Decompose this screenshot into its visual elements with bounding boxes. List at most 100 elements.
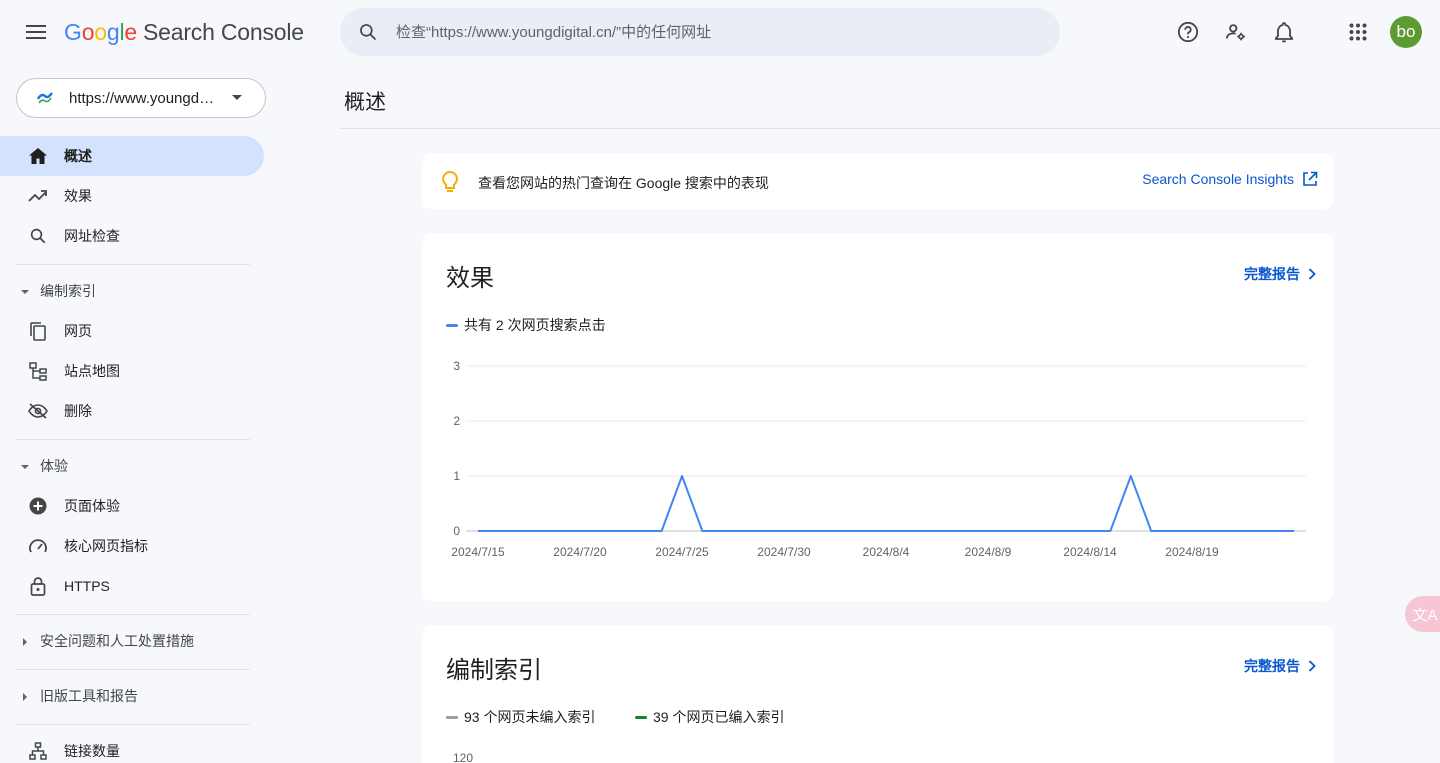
clicks-data-point[interactable] xyxy=(903,528,909,534)
speed-icon xyxy=(28,536,48,556)
clicks-data-point[interactable] xyxy=(1107,528,1113,534)
search-icon[interactable] xyxy=(340,22,396,42)
clicks-data-point[interactable] xyxy=(659,528,665,534)
nav-performance[interactable]: 效果 xyxy=(0,176,264,216)
clicks-data-point[interactable] xyxy=(638,528,644,534)
not-indexed-label: 93 个网页未编入索引 xyxy=(464,709,596,725)
clicks-data-point[interactable] xyxy=(863,528,869,534)
nav-overview[interactable]: 概述 xyxy=(0,136,264,176)
not-indexed-legend[interactable]: 93 个网页未编入索引 xyxy=(446,707,595,727)
section-experience-toggle[interactable]: 体验 xyxy=(0,450,264,482)
pages-icon xyxy=(28,321,48,341)
section-indexing-toggle[interactable]: 编制索引 xyxy=(0,275,264,307)
nav-pages-label: 网页 xyxy=(64,323,92,339)
section-security-toggle[interactable]: 安全问题和人工处置措施 xyxy=(0,625,264,657)
clicks-data-point[interactable] xyxy=(822,528,828,534)
search-icon xyxy=(28,226,48,246)
sidebar-divider xyxy=(16,264,250,265)
clicks-data-point[interactable] xyxy=(1067,528,1073,534)
section-legacy-label: 旧版工具和报告 xyxy=(40,688,138,704)
indexed-swatch xyxy=(635,715,647,719)
clicks-data-point[interactable] xyxy=(883,528,889,534)
nav-url-inspection-label: 网址检查 xyxy=(64,228,120,244)
insights-link-label: Search Console Insights xyxy=(1142,171,1294,187)
nav-performance-label: 效果 xyxy=(64,188,92,204)
clicks-data-point[interactable] xyxy=(1169,528,1175,534)
clicks-data-point[interactable] xyxy=(1291,528,1297,534)
clicks-data-point[interactable] xyxy=(536,528,542,534)
indexing-full-report-link[interactable]: 完整报告 xyxy=(1244,656,1316,676)
clicks-data-point[interactable] xyxy=(720,528,726,534)
clicks-data-point[interactable] xyxy=(924,528,930,534)
nav-sitemaps[interactable]: 站点地图 xyxy=(0,351,264,391)
translate-float-button[interactable]: 文A xyxy=(1405,596,1440,632)
clicks-series-line[interactable] xyxy=(478,475,1294,532)
clicks-data-point[interactable] xyxy=(801,528,807,534)
insights-banner: 查看您网站的热门查询在 Google 搜索中的表现 Search Console… xyxy=(422,153,1334,209)
nav-sitemaps-label: 站点地图 xyxy=(64,363,120,379)
nav-core-web-vitals[interactable]: 核心网页指标 xyxy=(0,526,264,566)
section-legacy-toggle[interactable]: 旧版工具和报告 xyxy=(0,680,264,712)
clicks-data-point[interactable] xyxy=(1128,473,1134,479)
indexed-label: 39 个网页已编入索引 xyxy=(653,709,785,725)
url-inspection-search[interactable] xyxy=(340,8,1060,56)
clicks-data-point[interactable] xyxy=(1148,528,1154,534)
clicks-data-point[interactable] xyxy=(1189,528,1195,534)
property-label: https://www.youngd… xyxy=(69,89,215,107)
nav-url-inspection[interactable]: 网址检查 xyxy=(0,216,264,256)
nav-pages[interactable]: 网页 xyxy=(0,311,264,351)
help-button[interactable] xyxy=(1172,16,1204,48)
nav-page-experience[interactable]: 页面体验 xyxy=(0,486,264,526)
nav-https[interactable]: HTTPS xyxy=(0,566,264,606)
google-apps-button[interactable] xyxy=(1342,16,1374,48)
menu-icon xyxy=(26,25,46,39)
clicks-data-point[interactable] xyxy=(965,528,971,534)
clicks-data-point[interactable] xyxy=(699,528,705,534)
search-console-logo[interactable]: Google Search Console xyxy=(64,19,304,46)
nav-links[interactable]: 链接数量 xyxy=(0,731,264,763)
clicks-data-point[interactable] xyxy=(1005,528,1011,534)
clicks-data-point[interactable] xyxy=(781,528,787,534)
clicks-data-point[interactable] xyxy=(1046,528,1052,534)
nav-page-experience-label: 页面体验 xyxy=(64,498,120,514)
clicks-data-point[interactable] xyxy=(516,528,522,534)
caret-down-icon xyxy=(21,465,29,469)
add-circle-icon xyxy=(28,496,48,516)
x-tick-label: 2024/7/30 xyxy=(757,545,811,559)
clicks-data-point[interactable] xyxy=(1250,528,1256,534)
clicks-data-point[interactable] xyxy=(495,528,501,534)
clicks-data-point[interactable] xyxy=(740,528,746,534)
caret-right-icon xyxy=(23,693,27,701)
app-header: GoogleSearch Console bo xyxy=(0,0,1440,66)
main-menu-button[interactable] xyxy=(20,16,52,48)
clicks-data-point[interactable] xyxy=(1230,528,1236,534)
clicks-data-point[interactable] xyxy=(761,528,767,534)
x-tick-label: 2024/8/4 xyxy=(863,545,910,559)
notifications-button[interactable] xyxy=(1268,16,1300,48)
y-tick-label: 1 xyxy=(453,469,460,483)
clicks-data-point[interactable] xyxy=(1209,528,1215,534)
product-name: Search Console xyxy=(143,19,304,45)
clicks-data-point[interactable] xyxy=(842,528,848,534)
clicks-data-point[interactable] xyxy=(1271,528,1277,534)
full-report-label: 完整报告 xyxy=(1244,658,1300,674)
search-input[interactable] xyxy=(396,23,1036,41)
clicks-data-point[interactable] xyxy=(1087,528,1093,534)
clicks-data-point[interactable] xyxy=(557,528,563,534)
clicks-data-point[interactable] xyxy=(985,528,991,534)
clicks-data-point[interactable] xyxy=(1026,528,1032,534)
indexed-legend[interactable]: 39 个网页已编入索引 xyxy=(635,707,784,727)
chevron-right-icon xyxy=(1308,660,1316,672)
nav-removals[interactable]: 删除 xyxy=(0,391,264,431)
clicks-data-point[interactable] xyxy=(944,528,950,534)
search-console-insights-link[interactable]: Search Console Insights xyxy=(1142,171,1318,187)
clicks-data-point[interactable] xyxy=(618,528,624,534)
links-icon xyxy=(28,741,48,761)
clicks-data-point[interactable] xyxy=(679,473,685,479)
account-avatar[interactable]: bo xyxy=(1390,16,1422,48)
property-selector[interactable]: https://www.youngd… xyxy=(16,78,266,118)
clicks-data-point[interactable] xyxy=(475,528,481,534)
clicks-data-point[interactable] xyxy=(597,528,603,534)
settings-button[interactable] xyxy=(1220,16,1252,48)
clicks-data-point[interactable] xyxy=(577,528,583,534)
